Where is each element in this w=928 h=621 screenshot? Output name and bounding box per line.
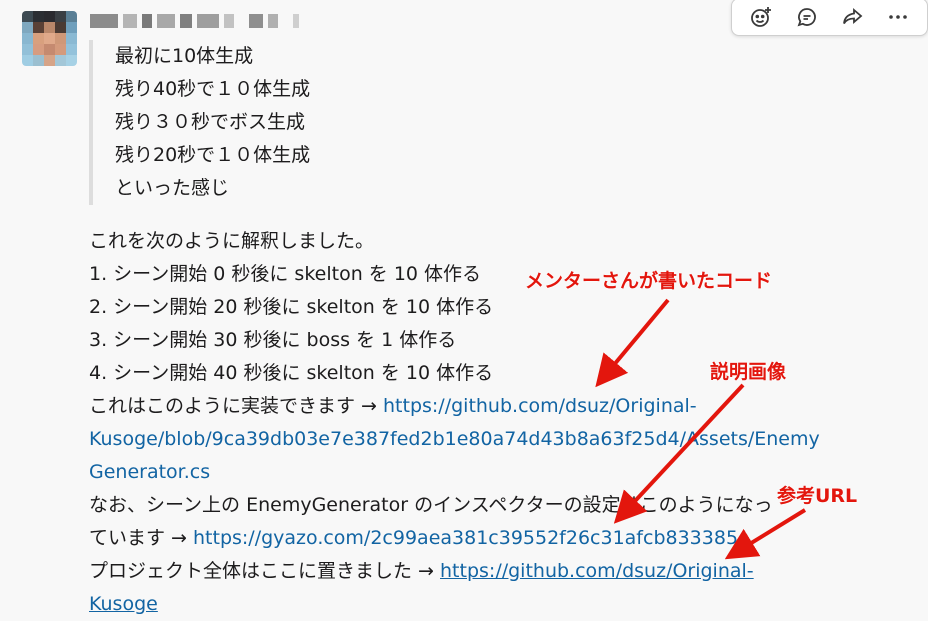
- share-icon: [843, 8, 863, 24]
- list-item: 3. シーン開始 30 秒後に boss を 1 体作る: [89, 329, 457, 351]
- impl-link-continued: Generator.cs: [89, 456, 889, 489]
- add-reaction-button[interactable]: [744, 2, 778, 32]
- reply-in-thread-icon: [797, 8, 816, 27]
- impl-code-link[interactable]: https://github.com/dsuz/Original-: [383, 395, 697, 417]
- more-actions-button[interactable]: [881, 2, 915, 32]
- reply-in-thread-button[interactable]: [790, 2, 824, 32]
- intro-text: これを次のように解釈しました。: [89, 230, 375, 252]
- quote-line: 残り40秒で１０体生成: [115, 78, 311, 100]
- more-actions-icon: [889, 15, 907, 19]
- project-line: プロジェクト全体はここに置きました → https://github.com/d…: [89, 555, 889, 588]
- add-reaction-icon: [750, 7, 771, 27]
- impl-line: これはこのように実装できます → https://github.com/dsuz…: [89, 390, 889, 423]
- annotation-reference-url: 参考URL: [777, 485, 858, 507]
- annotation-explain-image: 説明画像: [710, 361, 787, 383]
- username-obscured[interactable]: [90, 12, 299, 30]
- quote-line: といった感じ: [115, 177, 230, 199]
- project-repo-link[interactable]: https://github.com/dsuz/Original-: [440, 560, 754, 582]
- share-message-button[interactable]: [835, 2, 869, 32]
- message-actions-toolbar: [731, 0, 928, 36]
- inspector-text: なお、シーン上の EnemyGenerator のインスペクターの設定はこのよう…: [89, 494, 773, 516]
- quote-line: 最初に10体生成: [115, 45, 254, 67]
- block-quote: 最初に10体生成 残り40秒で１０体生成 残り３０秒でボス生成 残り20秒で１０…: [89, 40, 310, 205]
- list-item: 2. シーン開始 20 秒後に skelton を 10 体作る: [89, 296, 494, 318]
- quote-line: 残り３０秒でボス生成: [115, 111, 306, 133]
- quote-line: 残り20秒で１０体生成: [115, 144, 311, 166]
- impl-code-link-part2[interactable]: Kusoge/blob/9ca39db03e7e387fed2b1e80a74d…: [89, 428, 820, 450]
- annotation-mentor-code: メンターさんが書いたコード: [525, 270, 773, 292]
- impl-link-continued: Kusoge/blob/9ca39db03e7e387fed2b1e80a74d…: [89, 423, 889, 456]
- project-link-continued: Kusoge: [89, 588, 889, 621]
- inspector-link-line: ています → https://gyazo.com/2c99aea381c3955…: [89, 522, 889, 555]
- inspector-prefix: ています →: [89, 527, 193, 549]
- project-repo-link-part2[interactable]: Kusoge: [89, 593, 158, 615]
- project-prefix: プロジェクト全体はここに置きました →: [89, 560, 441, 582]
- inspector-gyazo-link[interactable]: https://gyazo.com/2c99aea381c39552f26c31…: [193, 527, 738, 549]
- impl-prefix: これはこのように実装できます →: [89, 395, 383, 417]
- impl-code-link-part3[interactable]: Generator.cs: [89, 461, 210, 483]
- avatar[interactable]: [22, 11, 77, 66]
